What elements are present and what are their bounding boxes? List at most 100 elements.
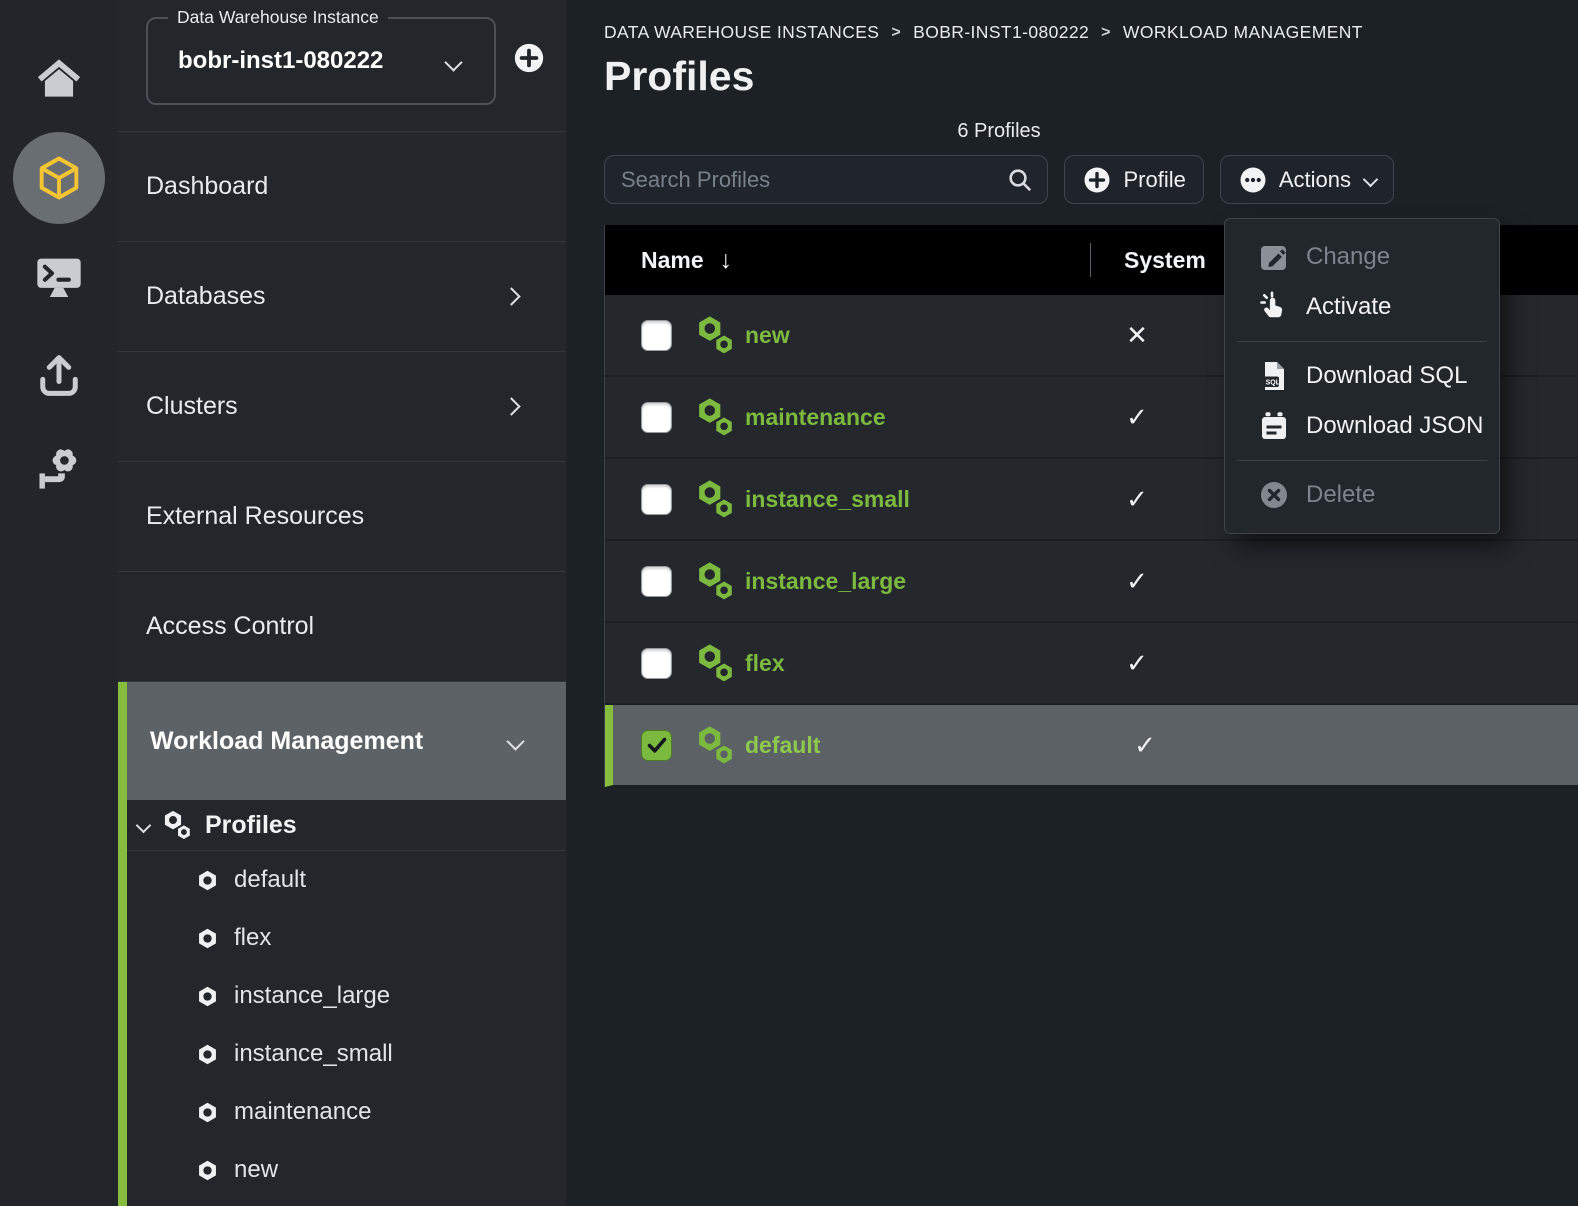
- profile-nut-icon: [195, 984, 220, 1009]
- profile-nut-icon: [195, 868, 220, 893]
- row-checkbox[interactable]: [641, 402, 672, 433]
- table-row-instance-large[interactable]: instance_large ✓: [605, 541, 1578, 623]
- menu-item-download-json[interactable]: Download JSON: [1225, 401, 1499, 451]
- table-row-default[interactable]: default ✓: [605, 705, 1578, 787]
- icon-rail: [0, 0, 118, 1206]
- app-window: Data Warehouse Instance bobr-inst1-08022…: [0, 0, 1578, 1206]
- menu-divider: [1237, 341, 1487, 342]
- ellipsis-circle-icon: [1238, 165, 1268, 195]
- column-label-name: Name: [641, 247, 704, 274]
- row-checkbox-checked[interactable]: [641, 730, 672, 761]
- sidebar-subitem-label: maintenance: [234, 1098, 371, 1126]
- row-checkbox[interactable]: [641, 566, 672, 597]
- profile-name-link[interactable]: new: [745, 322, 790, 349]
- main-content: DATA WAREHOUSE INSTANCES > BOBR-INST1-08…: [566, 0, 1578, 1206]
- search-profiles-box: [604, 155, 1048, 204]
- add-profile-button[interactable]: Profile: [1064, 155, 1203, 204]
- actions-button[interactable]: Actions: [1220, 155, 1394, 204]
- upload-icon: [33, 349, 85, 401]
- sidebar-item-label: Databases: [146, 282, 266, 311]
- services-icon: [33, 442, 85, 494]
- profile-nut-icon: [195, 1158, 220, 1183]
- edit-icon: [1257, 240, 1291, 274]
- menu-item-label: Download SQL: [1306, 362, 1467, 390]
- profiles-count: 6 Profiles: [604, 120, 1394, 143]
- row-checkbox[interactable]: [641, 484, 672, 515]
- profile-nut-icon: [195, 1042, 220, 1067]
- profile-icon: [694, 314, 736, 356]
- menu-item-activate[interactable]: Activate: [1225, 282, 1499, 332]
- profile-nut-icon: [195, 926, 220, 951]
- instances-button[interactable]: [13, 132, 105, 224]
- chevron-down-icon: [136, 817, 152, 833]
- home-button[interactable]: [33, 52, 85, 104]
- sidebar-item-profile-instance-large[interactable]: instance_large: [127, 967, 566, 1025]
- system-flag: ✕: [1123, 320, 1151, 351]
- download-json-icon: [1257, 409, 1291, 443]
- sidebar-profiles-group[interactable]: Profiles: [127, 800, 566, 851]
- sidebar-item-profile-default[interactable]: default: [127, 851, 566, 909]
- chevron-right-icon: [502, 287, 520, 305]
- menu-item-delete: Delete: [1225, 470, 1499, 520]
- cube-icon: [33, 152, 85, 204]
- sidebar: Data Warehouse Instance bobr-inst1-08022…: [118, 0, 566, 1206]
- services-button[interactable]: [33, 442, 85, 494]
- menu-item-label: Download JSON: [1306, 412, 1483, 440]
- search-icon: [1006, 166, 1034, 194]
- sidebar-item-external-resources[interactable]: External Resources: [118, 462, 566, 572]
- instance-selector-block: Data Warehouse Instance bobr-inst1-08022…: [118, 0, 566, 132]
- plus-circle-icon: [1082, 165, 1112, 195]
- instance-selector-value: bobr-inst1-080222: [178, 47, 383, 75]
- system-flag: ✓: [1131, 730, 1159, 761]
- menu-item-download-sql[interactable]: SQL Download SQL: [1225, 351, 1499, 401]
- breadcrumb: DATA WAREHOUSE INSTANCES > BOBR-INST1-08…: [604, 22, 1578, 43]
- search-input[interactable]: [604, 155, 1048, 204]
- home-icon: [33, 52, 85, 104]
- terminal-button[interactable]: [33, 251, 85, 303]
- system-flag: ✓: [1123, 566, 1151, 597]
- row-checkbox[interactable]: [641, 320, 672, 351]
- system-flag: ✓: [1123, 648, 1151, 679]
- sidebar-item-profile-flex[interactable]: flex: [127, 909, 566, 967]
- delete-circle-icon: [1257, 478, 1291, 512]
- sidebar-item-label: External Resources: [146, 502, 364, 531]
- profiles-group-label: Profiles: [205, 811, 297, 840]
- profile-name-link[interactable]: instance_small: [745, 486, 910, 513]
- sidebar-subitem-label: flex: [234, 924, 271, 952]
- sidebar-item-access-control[interactable]: Access Control: [118, 572, 566, 682]
- table-row-flex[interactable]: flex ✓: [605, 623, 1578, 705]
- column-header-name[interactable]: Name ↓: [605, 246, 1090, 275]
- profile-name-link[interactable]: flex: [745, 650, 785, 677]
- instance-select[interactable]: Data Warehouse Instance bobr-inst1-08022…: [146, 17, 496, 105]
- breadcrumb-separator: >: [1101, 24, 1111, 42]
- sidebar-item-label: Workload Management: [150, 727, 423, 756]
- sidebar-item-profile-new[interactable]: new: [127, 1141, 566, 1199]
- breadcrumb-item-instance[interactable]: BOBR-INST1-080222: [913, 22, 1089, 43]
- breadcrumb-item-instances[interactable]: DATA WAREHOUSE INSTANCES: [604, 22, 879, 43]
- breadcrumb-item-workload-management[interactable]: WORKLOAD MANAGEMENT: [1123, 22, 1363, 43]
- sidebar-subitem-label: instance_small: [234, 1040, 393, 1068]
- row-checkbox[interactable]: [641, 648, 672, 679]
- activate-icon: [1257, 290, 1291, 324]
- add-instance-button[interactable]: [512, 41, 546, 75]
- sidebar-item-databases[interactable]: Databases: [118, 242, 566, 352]
- profile-nut-icon: [195, 1100, 220, 1125]
- upload-button[interactable]: [33, 349, 85, 401]
- profile-icon: [694, 396, 736, 438]
- sidebar-item-dashboard[interactable]: Dashboard: [118, 132, 566, 242]
- sidebar-item-label: Access Control: [146, 612, 314, 641]
- column-label-system: System: [1124, 247, 1206, 274]
- workload-management-section: Workload Management Profiles default fle…: [118, 682, 566, 1206]
- profile-name-link[interactable]: maintenance: [745, 404, 886, 431]
- sidebar-item-profile-maintenance[interactable]: maintenance: [127, 1083, 566, 1141]
- profile-name-link[interactable]: instance_large: [745, 568, 906, 595]
- sidebar-item-clusters[interactable]: Clusters: [118, 352, 566, 462]
- sidebar-item-workload-management[interactable]: Workload Management: [127, 682, 566, 800]
- sidebar-item-label: Clusters: [146, 392, 238, 421]
- sidebar-subitem-label: new: [234, 1156, 278, 1184]
- profile-name-link[interactable]: default: [745, 732, 820, 759]
- chevron-down-icon: [1363, 172, 1379, 188]
- column-header-system[interactable]: System: [1091, 247, 1206, 274]
- sidebar-item-profile-instance-small[interactable]: instance_small: [127, 1025, 566, 1083]
- download-sql-icon: SQL: [1257, 359, 1291, 393]
